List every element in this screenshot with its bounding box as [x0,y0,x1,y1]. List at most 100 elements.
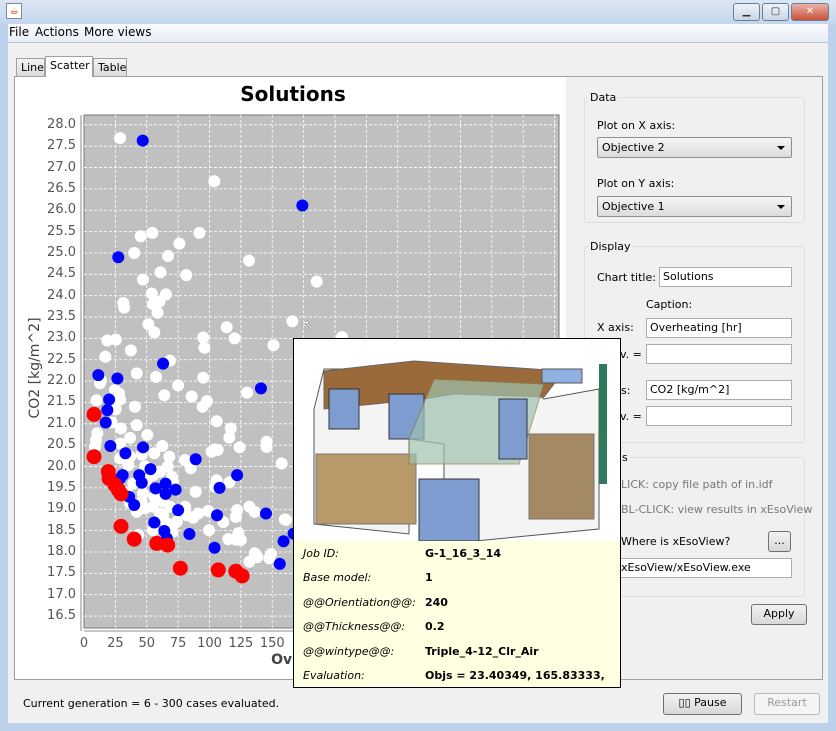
data-point [260,440,273,453]
data-point [310,275,323,288]
data-point [128,498,141,511]
apply-button[interactable]: Apply [751,604,807,625]
browse-button[interactable]: ... [768,531,791,552]
data-point [126,531,142,547]
data-point [202,524,215,537]
data-point [119,447,132,460]
plot-y-select[interactable]: Objective 1 [597,196,792,217]
data-point [148,326,161,339]
tooltip-label: @@Orientiation@@: [303,595,416,609]
caption-label: Caption: [646,298,693,311]
x-div-input[interactable] [646,344,792,364]
data-point [170,515,183,528]
tooltip-value: Objs = 23.40349, 165.83333, [425,669,605,682]
restart-button[interactable]: Restart [754,693,820,715]
data-point [147,500,160,513]
data-point [103,393,116,406]
pause-icon: ▯▯ [678,696,695,709]
data-point [223,431,236,444]
data-point [173,237,186,250]
chart-title-input[interactable]: Solutions [659,267,792,287]
chevron-down-icon [777,205,785,209]
data-point [251,551,264,564]
data-point [233,441,246,454]
chevron-down-icon [777,146,785,150]
pause-button[interactable]: ▯▯ Pause [663,693,742,715]
data-point [136,134,149,147]
data-point [134,230,147,243]
data-point [153,295,166,308]
data-point [234,534,247,547]
data-point [193,226,206,239]
tooltip-label: Job ID: [303,547,339,560]
data-point [286,315,299,328]
data-point [148,516,161,529]
data-point [111,372,124,385]
data-point [192,507,205,520]
tooltip-value: 0.2 [425,620,445,634]
data-point [113,518,129,534]
data-point [136,441,149,454]
data-point [128,400,141,413]
data-point [113,486,129,502]
data-point [86,406,102,422]
data-point [141,428,154,441]
data-point [264,548,277,561]
data-point [277,535,290,548]
data-point [243,254,256,267]
y-div-input[interactable] [646,406,792,426]
data-point [231,469,244,482]
x-axis-caption-input[interactable]: Overheating [hr] [646,318,792,338]
data-point [210,415,223,428]
data-point [275,457,288,470]
mouse-cursor-icon: ⇖ [301,316,315,335]
data-point [254,382,267,395]
solution-tooltip: Job ID: G-1_16_3_14 Base model: 1 @@Orientia… [293,338,621,688]
tooltip-label: @@wintype@@: [303,644,395,658]
data-point [196,400,209,413]
data-point [180,269,193,282]
chart-title-label: Chart title: [597,271,656,284]
data-point [109,333,122,346]
data-point [228,332,241,345]
data-point [146,226,159,239]
data-point [150,370,163,383]
data-point [118,301,131,314]
data-point [259,507,272,520]
data-point [99,350,112,363]
data-point [273,557,286,570]
data-point [211,443,224,456]
data-point [248,505,261,518]
data-point [189,485,202,498]
plot-x-label: Plot on X axis: [597,119,676,132]
data-point [86,449,102,465]
tab-scatter[interactable]: Scatter [45,56,93,77]
tip-copy-path: LICK: copy file path of in.idf [621,478,773,491]
data-point [159,477,172,490]
tip-view-results: BL-CLICK: view results in xEsoView [621,503,813,516]
data-point [130,419,143,432]
data-point [280,513,293,526]
plot-x-select[interactable]: Objective 2 [597,137,792,158]
data-point [92,369,105,382]
data-point [220,321,233,334]
data-point [208,175,221,188]
plot-y-value: Objective 1 [602,200,665,213]
data-point [101,404,114,417]
tooltip-value: 1 [425,571,433,585]
tooltip-label: @@Thickness@@: [303,620,406,634]
data-point [144,463,157,476]
x-axis-caption-label: X axis: [597,321,634,334]
plot-y-label: Plot on Y axis: [597,177,675,190]
data-point [115,422,128,435]
data-point [157,357,170,370]
data-point [229,510,242,523]
data-point [158,389,171,402]
data-point [198,341,211,354]
status-text: Current generation = 6 - 300 cases evalu… [23,697,280,710]
x-div-label: v. = [620,348,642,361]
xesoview-path-input[interactable]: xEsoView/xEsoView.exe [597,558,792,578]
data-point [296,199,309,212]
y-axis-caption-input[interactable]: CO2 [kg/m^2] [646,380,792,400]
xesoview-location-label: Where is xEsoView? [621,535,731,548]
